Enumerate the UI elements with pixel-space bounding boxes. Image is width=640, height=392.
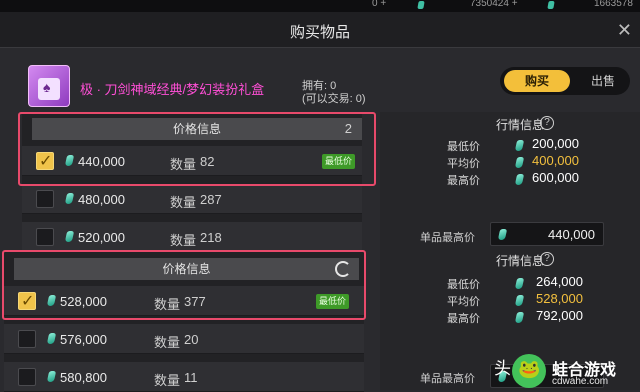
gem-icon <box>514 174 525 185</box>
listing-price: 580,800 <box>60 370 107 385</box>
min-price-label: 最低价 <box>447 279 480 291</box>
avg-price-label: 平均价 <box>447 296 480 308</box>
quantity-label: 数量 <box>170 195 197 210</box>
max-price-value: 600,000 <box>532 170 579 185</box>
watermark: 蛙合游戏 cdwahe.com <box>510 352 640 392</box>
lowest-price-badge: 最低价 <box>316 294 350 309</box>
tab-sell[interactable]: 出售 <box>578 70 628 92</box>
help-icon[interactable]: ? <box>540 252 554 266</box>
gem-icon <box>514 157 525 168</box>
avg-price-value: 528,000 <box>536 291 583 306</box>
price-info-header: 价格信息 <box>14 258 359 280</box>
currency-value: 7350424 + <box>470 0 518 9</box>
gem-icon <box>64 231 75 242</box>
window-title: 购买物品 <box>289 24 350 41</box>
tab-buy[interactable]: 购买 <box>504 70 570 92</box>
unit-max-price-label: 单品最高价 <box>420 373 475 385</box>
quantity-label: 数量 <box>154 335 181 350</box>
listing-row[interactable]: 480,000 数量 287 <box>22 184 362 214</box>
gem-icon <box>497 229 508 240</box>
gem-icon <box>64 193 75 204</box>
quantity-label: 数量 <box>154 297 181 312</box>
listing-price: 520,000 <box>78 230 125 245</box>
gem-icon <box>46 333 57 344</box>
currency-value: 0 + <box>372 0 387 9</box>
listing-price: 480,000 <box>78 192 125 207</box>
price-info-title: 价格信息 <box>162 262 211 276</box>
page-number: 2 <box>344 121 352 136</box>
frog-logo-icon <box>512 354 546 388</box>
checkbox[interactable] <box>18 330 36 348</box>
min-price-value: 264,000 <box>536 274 583 289</box>
checkbox[interactable] <box>18 291 36 311</box>
listing-price: 528,000 <box>60 294 107 309</box>
market-info-title: 行情信息 <box>496 118 545 132</box>
currency-value: 1663578 <box>594 0 633 9</box>
unit-max-price-label: 单品最高价 <box>420 232 475 244</box>
listing-row[interactable]: 580,800 数量 11 <box>4 362 364 392</box>
item-name: 极 · 刀剑神域经典/梦幻装扮礼盒 <box>80 82 265 97</box>
listing-row[interactable]: 576,000 数量 20 <box>4 324 364 354</box>
market-info-title: 行情信息 <box>496 254 545 268</box>
checkbox[interactable] <box>36 151 54 171</box>
close-icon[interactable]: ✕ <box>617 20 632 41</box>
market-info-panel: 行情信息 ? 最低价 200,000 平均价 400,000 最高价 600,0… <box>380 112 640 390</box>
purchase-window: 购买物品 ✕ 极 · 刀剑神域经典/梦幻装扮礼盒 拥有: 0 (可以交易: 0)… <box>0 12 640 392</box>
owned-count: 拥有: 0 (可以交易: 0) <box>302 80 366 106</box>
unit-max-price-input[interactable]: 440,000 <box>490 222 604 246</box>
gem-icon <box>547 1 555 9</box>
quantity-value: 287 <box>200 192 222 207</box>
price-list-duplicate: 价格信息 528,000 数量 377 最低价 576,000 数量 20 58… <box>4 252 364 392</box>
quantity-value: 20 <box>184 332 199 347</box>
gem-icon <box>514 278 525 289</box>
lowest-price-badge: 最低价 <box>322 154 356 169</box>
title-bar: 购买物品 ✕ <box>0 12 640 48</box>
bag-icon <box>38 78 60 100</box>
gem-icon <box>514 295 525 306</box>
watermark-url: cdwahe.com <box>552 376 609 387</box>
max-price-value: 792,000 <box>536 308 583 323</box>
checkbox[interactable] <box>36 190 54 208</box>
quantity-label: 数量 <box>154 373 181 388</box>
quantity-value: 11 <box>184 370 198 385</box>
avg-price-value: 400,000 <box>532 153 579 168</box>
currency-bar: 0 + 7350424 + 1663578 <box>0 0 640 12</box>
partial-text: 头 <box>494 359 511 378</box>
listing-row[interactable]: 520,000 数量 218 <box>22 222 362 252</box>
quantity-label: 数量 <box>170 233 197 248</box>
gem-icon <box>64 155 75 166</box>
buy-sell-toggle: 购买 出售 <box>500 67 630 95</box>
checkbox[interactable] <box>18 368 36 386</box>
quantity-value: 218 <box>200 230 222 245</box>
avg-price-label: 平均价 <box>447 158 480 170</box>
gem-icon <box>417 1 425 9</box>
gem-icon <box>514 140 525 151</box>
listing-price: 576,000 <box>60 332 107 347</box>
owned-line: 拥有: 0 <box>302 80 337 92</box>
max-price-label: 最高价 <box>447 313 480 325</box>
unit-max-price-value: 440,000 <box>548 227 595 242</box>
price-info-header: 价格信息 2 <box>32 118 362 140</box>
min-price-label: 最低价 <box>447 141 480 153</box>
listing-row[interactable]: 528,000 数量 377 最低价 <box>4 286 364 316</box>
min-price-value: 200,000 <box>532 136 579 151</box>
tradable-line: (可以交易: 0) <box>302 93 366 105</box>
quantity-label: 数量 <box>170 157 197 172</box>
max-price-label: 最高价 <box>447 175 480 187</box>
quantity-value: 82 <box>200 154 215 169</box>
help-icon[interactable]: ? <box>540 116 554 130</box>
refresh-icon[interactable] <box>335 261 351 277</box>
gem-icon <box>46 295 57 306</box>
price-info-title: 价格信息 <box>172 122 221 136</box>
gem-icon <box>46 371 57 382</box>
quantity-value: 377 <box>184 294 206 309</box>
gem-icon <box>514 312 525 323</box>
checkbox[interactable] <box>36 228 54 246</box>
gift-box-icon <box>28 65 70 107</box>
listing-row[interactable]: 440,000 数量 82 最低价 <box>22 146 362 176</box>
listing-price: 440,000 <box>78 154 125 169</box>
